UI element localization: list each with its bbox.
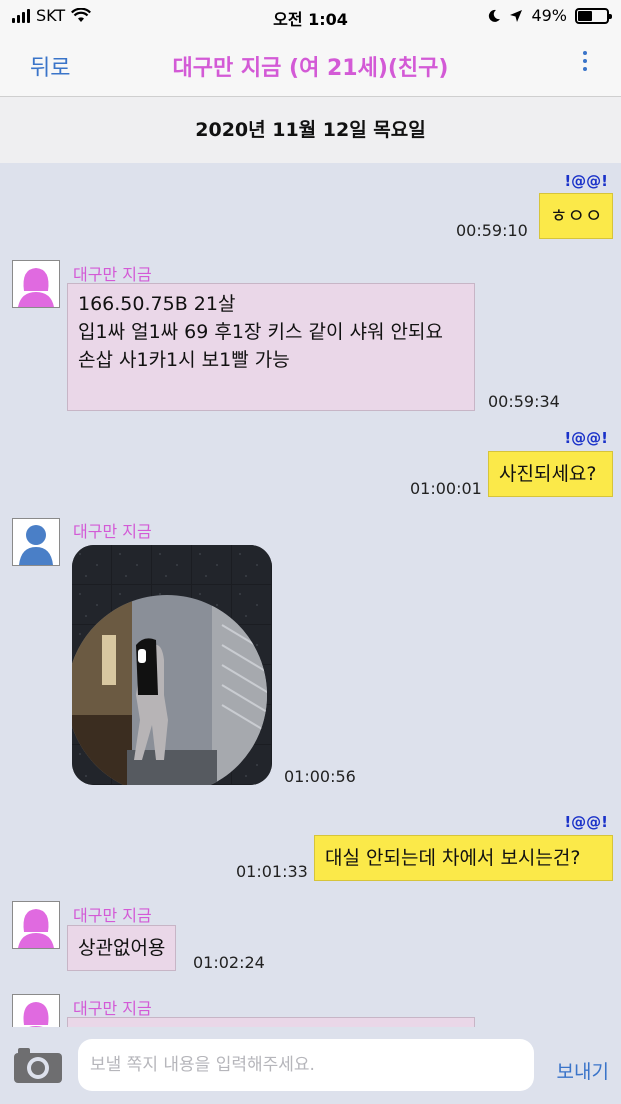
location-icon [510, 9, 523, 22]
camera-icon[interactable] [12, 1045, 64, 1085]
their-message-bubble[interactable]: 상관없어용 [67, 925, 177, 971]
date-header: 2020년 11월 12일 목요일 [0, 97, 621, 163]
status-right: 49% [487, 6, 612, 25]
my-tag: !@@! [564, 813, 608, 831]
message-time: 01:00:56 [284, 767, 356, 786]
sender-name: 대구만 지금 [73, 906, 152, 925]
my-message-bubble[interactable]: ㅎㅇㅇ [539, 193, 613, 239]
sender-name: 대구만 지금 [73, 265, 152, 284]
sender-name: 대구만 지금 [73, 522, 152, 541]
nav-bar: 뒤로 대구만 지금 (여 21세)(친구) [0, 32, 621, 97]
mirror-selfie-photo[interactable] [72, 545, 272, 785]
message-time: 01:01:33 [236, 862, 308, 881]
female-avatar-icon[interactable] [12, 994, 60, 1027]
sender-name: 대구만 지금 [73, 999, 152, 1018]
more-vertical-icon[interactable] [579, 51, 591, 75]
my-message-bubble[interactable]: 사진되세요? [488, 451, 613, 497]
message-line: 입1싸 얼1싸 69 후1장 키스 같이 샤워 안되요 [78, 321, 443, 343]
message-input[interactable] [78, 1039, 534, 1091]
female-avatar-icon[interactable] [12, 260, 60, 308]
chat-list[interactable]: !@@! 00:59:10 ㅎㅇㅇ 대구만 지금 166.50.75B 21살 … [0, 163, 621, 1027]
their-message-bubble[interactable]: 166.50.75B 21살 입1싸 얼1싸 69 후1장 키스 같이 샤워 안… [67, 283, 475, 411]
status-bar: SKT 오전 1:04 49% [0, 0, 621, 32]
my-tag: !@@! [564, 429, 608, 447]
battery-icon [575, 7, 612, 24]
my-tag: !@@! [564, 172, 608, 190]
their-message-bubble[interactable] [67, 1017, 475, 1027]
message-time: 00:59:34 [488, 392, 560, 411]
battery-percent: 49% [531, 6, 567, 25]
my-message-bubble[interactable]: 대실 안되는데 차에서 보시는건? [314, 835, 613, 881]
male-avatar-icon[interactable] [12, 518, 60, 566]
battery-fill [578, 10, 592, 21]
message-time: 01:00:01 [410, 479, 482, 498]
message-time: 01:02:24 [193, 953, 265, 972]
input-bar: 보내기 [0, 1027, 621, 1104]
send-button[interactable]: 보내기 [557, 1057, 609, 1084]
message-time: 00:59:10 [456, 221, 528, 240]
chat-title: 대구만 지금 (여 21세)(친구) [172, 56, 449, 81]
message-line: 166.50.75B 21살 [78, 293, 236, 315]
message-line: 손삽 사1카1시 보1빨 가능 [78, 349, 290, 371]
female-avatar-icon[interactable] [12, 901, 60, 949]
moon-icon [489, 9, 501, 22]
